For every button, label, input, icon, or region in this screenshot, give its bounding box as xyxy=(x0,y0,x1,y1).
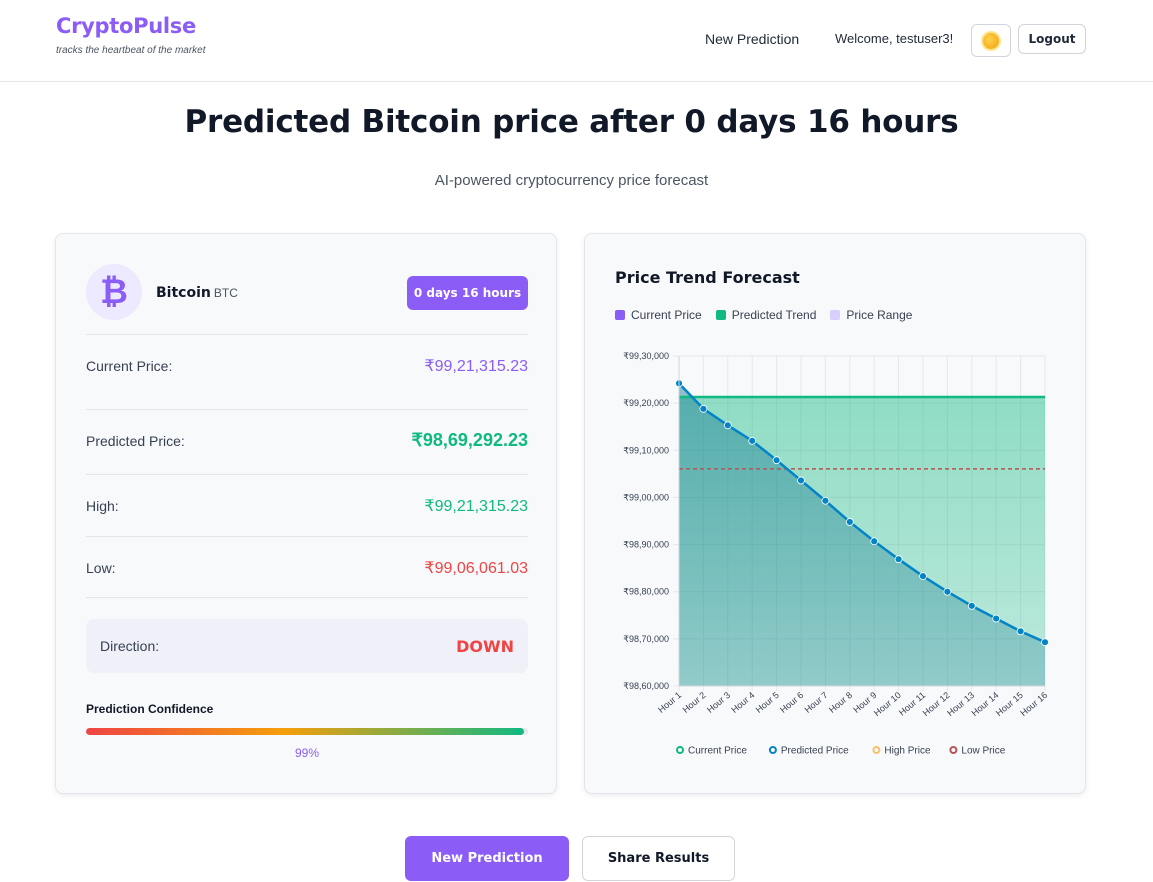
x-tick-label: Hour 1 xyxy=(656,690,683,715)
legend-marker xyxy=(872,746,881,754)
y-tick-label: ₹99,00,000 xyxy=(623,492,669,502)
y-tick-label: ₹99,10,000 xyxy=(623,445,669,455)
y-tick-label: ₹99,20,000 xyxy=(623,398,669,408)
confidence-value: 99% xyxy=(294,746,320,760)
predicted-price-row: Predicted Price: ₹98,69,292.23 xyxy=(86,409,528,471)
predicted-price-point xyxy=(1041,638,1049,647)
top-navbar: CryptoPulse tracks the heartbeat of the … xyxy=(0,0,1153,82)
x-tick-label: Hour 6 xyxy=(778,690,805,715)
low-price-value: ₹99,06,061.03 xyxy=(424,559,528,577)
y-tick-label: ₹98,90,000 xyxy=(623,540,669,550)
predicted-price-value: ₹98,69,292.23 xyxy=(411,430,528,450)
theme-toggle-button[interactable] xyxy=(971,24,1011,57)
x-tick-label: Hour 7 xyxy=(803,690,830,715)
nav-new-prediction-link[interactable]: New Prediction xyxy=(705,31,799,47)
current-price-row: Current Price: ₹99,21,315.23 xyxy=(86,334,528,396)
new-prediction-button[interactable]: New Prediction xyxy=(405,836,569,881)
high-price-label: High: xyxy=(86,497,119,514)
predicted-price-point xyxy=(992,614,1001,623)
x-tick-label: Hour 2 xyxy=(681,690,708,715)
page-subtitle: AI-powered cryptocurrency price forecast xyxy=(434,172,709,189)
predicted-price-point xyxy=(894,555,903,564)
legend-marker xyxy=(949,746,958,754)
duration-badge: 0 days 16 hours xyxy=(407,276,528,310)
bitcoin-icon: ₿ xyxy=(86,264,142,320)
logout-button[interactable]: Logout xyxy=(1018,24,1086,54)
high-price-value: ₹99,21,315.23 xyxy=(424,497,528,515)
x-tick-label: Hour 5 xyxy=(754,690,781,715)
prediction-details-card: ₿ Bitcoin BTC 0 days 16 hours Current Pri… xyxy=(55,233,557,794)
brand-tagline: tracks the heartbeat of the market xyxy=(56,45,206,56)
predicted-price-point xyxy=(870,537,879,546)
low-price-label: Low: xyxy=(86,559,116,576)
y-tick-label: ₹98,60,000 xyxy=(623,681,669,691)
x-tick-label: Hour 8 xyxy=(827,690,854,715)
predicted-price-point xyxy=(772,456,781,465)
divider xyxy=(86,597,528,598)
coin-name: Bitcoin BTC xyxy=(156,285,238,301)
price-trend-chart: ₹98,60,000 ₹98,70,000 ₹98,80,000 ₹98,90,000… xyxy=(623,351,1049,757)
direction-panel: Direction: DOWN xyxy=(86,619,528,673)
legend-entry: Current Price xyxy=(688,746,747,757)
legend-entry: Low Price xyxy=(961,746,1005,757)
share-results-button[interactable]: Share Results xyxy=(582,836,735,881)
x-tick-label: Hour 10 xyxy=(872,690,903,718)
legend-marker xyxy=(768,746,777,754)
predicted-price-label: Predicted Price: xyxy=(86,432,185,449)
high-price-row: High: ₹99,21,315.23 xyxy=(86,474,528,536)
x-tick-label: Hour 4 xyxy=(729,690,756,715)
predicted-price-point xyxy=(967,601,976,610)
x-tick-label: Hour 16 xyxy=(1018,690,1049,718)
y-tick-label: ₹98,80,000 xyxy=(623,587,669,597)
confidence-bar-fill xyxy=(86,728,524,735)
brand-logo-text[interactable]: CryptoPulse xyxy=(56,14,206,38)
low-price-row: Low: ₹99,06,061.03 xyxy=(86,536,528,598)
x-tick-label: Hour 3 xyxy=(705,690,732,715)
predicted-price-point xyxy=(943,587,952,596)
confidence-label: Prediction Confidence xyxy=(86,702,214,716)
predicted-price-point xyxy=(1016,627,1025,636)
coin-name-text: Bitcoin xyxy=(156,285,211,301)
predicted-price-point xyxy=(919,572,927,581)
predicted-price-point xyxy=(821,496,830,505)
y-tick-label: ₹98,70,000 xyxy=(623,634,669,644)
coin-ticker: BTC xyxy=(213,286,238,300)
y-tick-label: ₹99,30,000 xyxy=(623,351,669,361)
legend-entry: Predicted Price xyxy=(781,746,849,757)
confidence-bar xyxy=(86,728,528,735)
predicted-price-point xyxy=(723,421,732,430)
page-title: Predicted Bitcoin price after 0 days 16 … xyxy=(184,104,959,140)
current-price-value: ₹99,21,315.23 xyxy=(424,357,528,375)
sun-icon xyxy=(983,32,999,49)
welcome-text: Welcome, testuser3! xyxy=(835,31,954,46)
predicted-price-point xyxy=(748,436,757,445)
price-trend-card: Price Trend Forecast Current Price Predi… xyxy=(584,233,1086,794)
legend-marker xyxy=(676,746,684,754)
predicted-price-point xyxy=(699,404,708,413)
direction-value: DOWN xyxy=(456,636,514,656)
current-price-label: Current Price: xyxy=(86,357,173,374)
legend-entry: High Price xyxy=(884,746,931,757)
direction-label: Direction: xyxy=(100,638,160,654)
predicted-price-point xyxy=(845,518,854,526)
brand[interactable]: CryptoPulse tracks the heartbeat of the … xyxy=(56,14,206,56)
predicted-price-point xyxy=(797,476,805,485)
